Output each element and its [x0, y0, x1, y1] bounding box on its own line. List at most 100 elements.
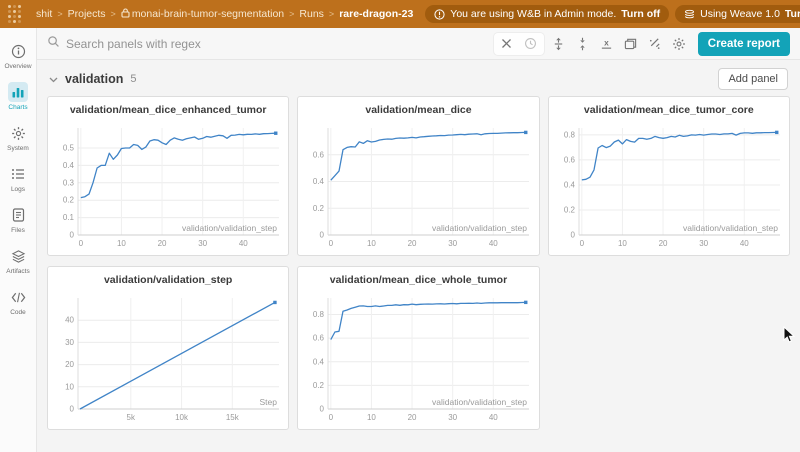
svg-text:Step: Step	[260, 397, 278, 407]
sidebar-label: Charts	[8, 104, 27, 111]
svg-text:20: 20	[158, 239, 167, 248]
svg-text:0.2: 0.2	[564, 205, 576, 214]
chart-title: validation/validation_step	[48, 274, 288, 290]
weave-turn-off-button[interactable]: Turn off	[785, 8, 800, 20]
create-report-button[interactable]: Create report	[698, 32, 790, 56]
breadcrumb-user[interactable]: shit	[36, 8, 52, 20]
sidebar-item-overview[interactable]: Overview	[1, 38, 35, 75]
sidebar-item-artifacts[interactable]: Artifacts	[1, 243, 35, 280]
svg-text:10: 10	[367, 239, 376, 248]
svg-text:10: 10	[367, 413, 376, 422]
breadcrumb-runs[interactable]: Runs	[299, 8, 324, 20]
svg-text:20: 20	[408, 239, 417, 248]
section-title[interactable]: validation	[65, 72, 123, 86]
add-panel-button[interactable]: Add panel	[718, 68, 788, 90]
panel-layout-icon[interactable]	[622, 35, 640, 53]
clear-search-icon[interactable]	[498, 35, 516, 53]
chart-plot-area: 00.10.20.30.40.5010203040validation/vali…	[48, 120, 288, 255]
svg-text:40: 40	[489, 413, 498, 422]
search-icon	[47, 35, 60, 53]
sidebar-item-files[interactable]: Files	[1, 202, 35, 239]
svg-text:30: 30	[65, 338, 74, 347]
breadcrumb-separator: >	[289, 9, 294, 19]
svg-text:0.2: 0.2	[63, 196, 75, 205]
breadcrumb-separator: >	[57, 9, 62, 19]
chevron-down-icon[interactable]	[49, 70, 58, 88]
section-panel-count: 5	[130, 73, 136, 85]
svg-text:0.3: 0.3	[63, 178, 75, 187]
svg-text:0: 0	[79, 239, 84, 248]
svg-text:40: 40	[239, 239, 248, 248]
svg-text:0.6: 0.6	[564, 155, 576, 164]
sidebar-label: Logs	[11, 186, 25, 193]
breadcrumb-separator: >	[111, 9, 116, 19]
file-icon	[8, 205, 28, 225]
svg-text:0: 0	[320, 405, 325, 414]
svg-text:x: x	[604, 37, 609, 47]
svg-text:10: 10	[117, 239, 126, 248]
chart-plot-area: 00.20.40.60.8010203040validation/validat…	[298, 290, 538, 429]
chart-panel-validation-step[interactable]: validation/validation_step 0102030405k10…	[47, 266, 289, 430]
info-icon	[8, 41, 28, 61]
left-sidebar: Overview Charts System Logs Files Artifa…	[0, 28, 37, 452]
svg-text:0.6: 0.6	[313, 334, 325, 343]
breadcrumb-projects[interactable]: Projects	[68, 8, 106, 20]
svg-text:30: 30	[198, 239, 207, 248]
breadcrumb-run-name[interactable]: rare-dragon-23	[339, 8, 413, 20]
sidebar-item-system[interactable]: System	[1, 120, 35, 157]
chart-panel-mean-dice-tumor-core[interactable]: validation/mean_dice_tumor_core 00.20.40…	[548, 96, 790, 256]
svg-text:30: 30	[449, 239, 458, 248]
sidebar-item-logs[interactable]: Logs	[1, 161, 35, 198]
svg-text:20: 20	[658, 239, 667, 248]
svg-text:0.5: 0.5	[63, 144, 75, 153]
chart-title: validation/mean_dice_enhanced_tumor	[48, 104, 288, 120]
admin-turn-off-button[interactable]: Turn off	[621, 8, 660, 20]
svg-text:0.8: 0.8	[313, 310, 325, 319]
x-axis-settings-icon[interactable]: x	[598, 35, 616, 53]
gear-icon	[8, 123, 28, 143]
breadcrumb-project[interactable]: monai-brain-tumor-segmentation	[121, 8, 284, 21]
svg-text:validation/validation_step: validation/validation_step	[683, 223, 778, 233]
svg-text:20: 20	[408, 413, 417, 422]
validation-section-header: validation 5 Add panel	[37, 60, 800, 96]
settings-gear-icon[interactable]	[670, 35, 688, 53]
chart-panel-mean-dice[interactable]: validation/mean_dice 00.20.40.6010203040…	[297, 96, 539, 256]
svg-text:0: 0	[329, 413, 334, 422]
svg-text:0: 0	[70, 405, 75, 414]
svg-text:0.1: 0.1	[63, 213, 75, 222]
chart-panel-mean-dice-enhanced-tumor[interactable]: validation/mean_dice_enhanced_tumor 0 0.1…	[47, 96, 289, 256]
weave-layers-icon	[684, 9, 695, 20]
chart-plot-area: 0102030405k10k15kStep	[48, 290, 288, 429]
svg-text:10: 10	[65, 382, 74, 391]
search-input[interactable]	[66, 37, 488, 51]
svg-text:0: 0	[579, 239, 584, 248]
bar-chart-icon	[8, 82, 28, 102]
svg-text:0: 0	[329, 239, 334, 248]
sidebar-item-charts[interactable]: Charts	[1, 79, 35, 116]
sidebar-label: Code	[10, 309, 26, 316]
chart-title: validation/mean_dice_whole_tumor	[298, 274, 538, 290]
sidebar-item-code[interactable]: Code	[1, 284, 35, 321]
collapse-panels-icon[interactable]	[574, 35, 592, 53]
svg-text:10: 10	[618, 239, 627, 248]
sidebar-label: Artifacts	[6, 268, 29, 275]
chart-title: validation/mean_dice_tumor_core	[549, 104, 789, 120]
chart-plot-area: 00.20.40.6010203040validation/validation…	[298, 120, 538, 255]
sidebar-label: Overview	[4, 63, 31, 70]
wandb-logo-icon[interactable]	[8, 5, 26, 23]
svg-text:30: 30	[699, 239, 708, 248]
svg-text:validation/validation_step: validation/validation_step	[182, 223, 277, 233]
panels-grid: validation/mean_dice_enhanced_tumor 0 0.1…	[47, 96, 790, 430]
svg-text:15k: 15k	[226, 413, 240, 422]
history-clock-icon[interactable]	[522, 35, 540, 53]
svg-text:0: 0	[70, 231, 75, 240]
code-icon	[8, 287, 28, 307]
chart-panel-mean-dice-whole-tumor[interactable]: validation/mean_dice_whole_tumor 00.20.4…	[297, 266, 539, 430]
weave-banner: Using Weave 1.0 Turn off	[675, 5, 800, 23]
sidebar-label: Files	[11, 227, 25, 234]
svg-text:0.2: 0.2	[313, 381, 325, 390]
svg-text:0.2: 0.2	[313, 204, 325, 213]
breadcrumb: shit > Projects > monai-brain-tumor-segm…	[36, 8, 413, 21]
expand-panels-icon[interactable]	[550, 35, 568, 53]
magic-sparkles-icon[interactable]	[646, 35, 664, 53]
